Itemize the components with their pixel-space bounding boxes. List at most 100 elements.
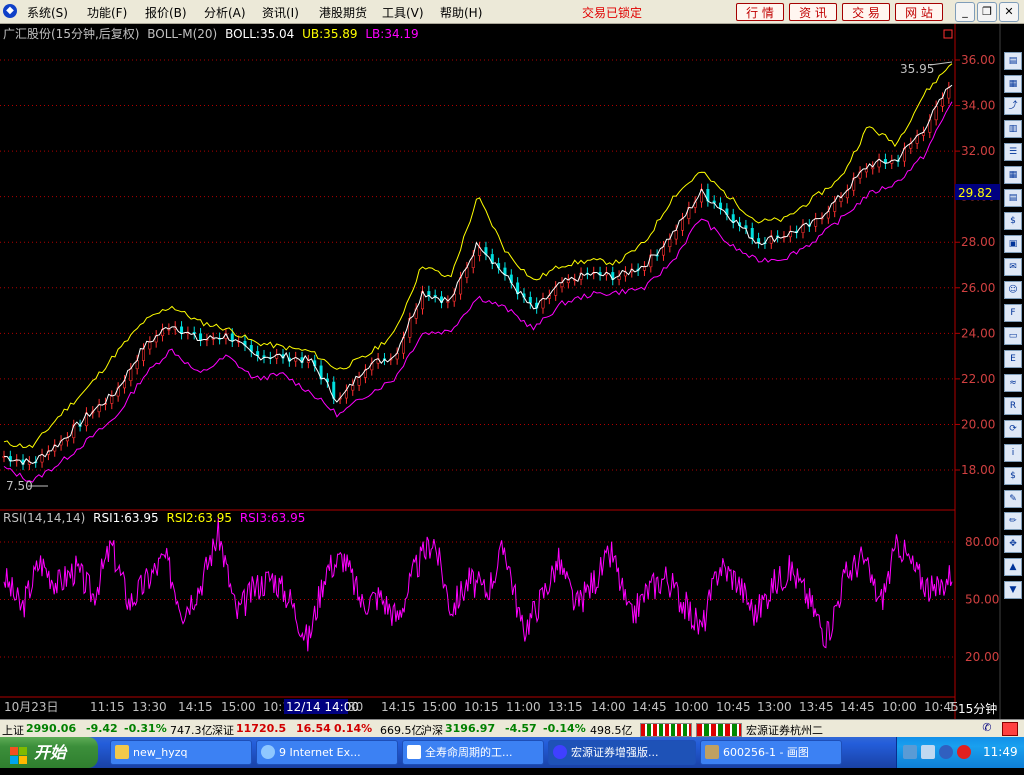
menu-analysis[interactable]: 分析(A): [204, 4, 246, 21]
stock-title: 广汇股份(15分钟,后复权): [3, 26, 139, 41]
down-arrow-icon[interactable]: ▼: [1004, 581, 1022, 599]
y-tick-label: 32.00: [961, 144, 995, 158]
candle-body: [357, 377, 361, 386]
sh-label: 上证: [2, 724, 24, 737]
antivirus-icon[interactable]: [957, 745, 971, 759]
quote-icon[interactable]: ▤: [1004, 52, 1022, 70]
tab-website[interactable]: 网 站: [895, 3, 943, 21]
candle-body: [351, 384, 355, 391]
menu-tools[interactable]: 工具(V): [382, 4, 424, 21]
time-tick-label: 1: [948, 700, 956, 714]
news-icon[interactable]: ▣: [1004, 235, 1022, 253]
current-price: 29.82: [958, 186, 992, 200]
candle-body: [528, 296, 532, 304]
hs-amount: 498.5亿: [590, 724, 633, 737]
app-logo-icon[interactable]: ◆: [3, 4, 17, 18]
candle-body: [833, 201, 837, 212]
restore-button[interactable]: ❐: [977, 2, 997, 22]
minimize-button[interactable]: _: [955, 2, 975, 22]
rsi-y-tick-label: 20.00: [965, 650, 999, 664]
ub-value: UB:35.89: [302, 27, 357, 41]
start-button[interactable]: 开始: [0, 737, 98, 768]
etf-icon[interactable]: E: [1004, 350, 1022, 368]
task-hongyuan[interactable]: 宏源证券增强版...: [548, 740, 696, 765]
tab-quotes[interactable]: 行 情: [736, 3, 784, 21]
time-tick-label: 10:45: [716, 700, 751, 714]
menu-quote[interactable]: 报价(B): [145, 4, 187, 21]
rsi3-value: RSI3:63.95: [240, 511, 306, 525]
task-internet-explorer[interactable]: 9 Internet Ex...: [256, 740, 398, 765]
connection-status-icon[interactable]: [1002, 722, 1018, 736]
rsi2-value: RSI2:63.95: [166, 511, 232, 525]
rsi1-value: RSI1:63.95: [93, 511, 159, 525]
menu-news[interactable]: 资讯(I): [262, 4, 299, 21]
money-icon[interactable]: $: [1004, 467, 1022, 485]
time-tick-label: 11:15: [90, 700, 125, 714]
sz-label: 深证: [212, 724, 234, 737]
paint-icon: [705, 745, 719, 759]
grid-icon[interactable]: ▦: [1004, 166, 1022, 184]
time-tick-label: 30: [348, 700, 363, 714]
refresh-icon[interactable]: ⟳: [1004, 420, 1022, 438]
pencil-icon[interactable]: ✏: [1004, 512, 1022, 530]
list-icon[interactable]: ▦: [1004, 75, 1022, 93]
y-tick-label: 34.00: [961, 99, 995, 113]
sz-change: 16.54: [296, 722, 331, 735]
users-icon[interactable]: ☺: [1004, 281, 1022, 299]
menu-function[interactable]: 功能(F): [87, 4, 127, 21]
candle-body: [142, 348, 146, 361]
time-tick-label: 13:45: [799, 700, 834, 714]
period-label[interactable]: 15分钟: [958, 701, 997, 716]
shield-icon[interactable]: [939, 745, 953, 759]
candle-body: [148, 341, 152, 350]
task-document[interactable]: 全寿命周期的工...: [402, 740, 544, 765]
candle-body: [674, 229, 678, 240]
boll-value: BOLL:35.04: [225, 27, 294, 41]
signal-icon[interactable]: ✆: [980, 721, 994, 735]
rsi-icon[interactable]: R: [1004, 397, 1022, 415]
trade-lock-status: 交易已锁定: [582, 6, 643, 20]
info-icon[interactable]: i: [1004, 444, 1022, 462]
menu-system[interactable]: 系统(S): [27, 4, 68, 21]
candle-body: [199, 333, 203, 341]
market-breadth-icon: [640, 723, 692, 737]
candle-body: [427, 291, 431, 296]
up-arrow-icon[interactable]: ▲: [1004, 558, 1022, 576]
window-icon[interactable]: ▭: [1004, 327, 1022, 345]
close-button[interactable]: ✕: [999, 2, 1019, 22]
trend-icon[interactable]: ⤴: [1004, 97, 1022, 115]
candle-body: [681, 218, 685, 231]
menu-help[interactable]: 帮助(H): [440, 4, 482, 21]
bar-chart-icon[interactable]: ▥: [1004, 120, 1022, 138]
tool-icon[interactable]: ✎: [1004, 490, 1022, 508]
wave-icon[interactable]: ≈: [1004, 374, 1022, 392]
candle-body: [940, 97, 944, 107]
y-tick-label: 18.00: [961, 463, 995, 477]
time-tick-label: 15:00: [422, 700, 457, 714]
email-icon[interactable]: ✉: [1004, 258, 1022, 276]
move-icon[interactable]: ✥: [1004, 535, 1022, 553]
f10-icon[interactable]: F: [1004, 304, 1022, 322]
task-paint[interactable]: 600256-1 - 画图: [700, 740, 842, 765]
svg-text:广汇股份(15分钟,后复权) BOLL-M(20): 广汇股份(15分钟,后复权) BOLL-M(20) BOLL:35.04 UB:…: [3, 26, 419, 41]
candle-body: [459, 277, 463, 295]
finance-icon[interactable]: $: [1004, 212, 1022, 230]
y-tick-label: 22.00: [961, 372, 995, 386]
candle-body: [947, 87, 951, 99]
report-icon[interactable]: ▤: [1004, 189, 1022, 207]
kline-chart[interactable]: 36.0034.0032.0030.0028.0026.0024.0022.00…: [0, 24, 1024, 719]
time-tick-label: 10:00: [882, 700, 917, 714]
table-icon[interactable]: ☰: [1004, 143, 1022, 161]
security-icon[interactable]: [921, 745, 935, 759]
windows-taskbar: 开始 new_hyzq 9 Internet Ex... 全寿命周期的工... …: [0, 737, 1024, 768]
menu-hk-futures[interactable]: 港股期货: [319, 4, 367, 21]
tab-news[interactable]: 资 讯: [789, 3, 837, 21]
lb-value: LB:34.19: [365, 27, 418, 41]
candle-body: [560, 282, 564, 288]
hs-value: 3196.97: [445, 722, 496, 735]
sh-change: -9.42: [86, 722, 118, 735]
task-folder[interactable]: new_hyzq: [110, 740, 252, 765]
task-label: 宏源证券增强版...: [571, 746, 659, 759]
tab-trade[interactable]: 交 易: [842, 3, 890, 21]
network-icon[interactable]: [903, 745, 917, 759]
